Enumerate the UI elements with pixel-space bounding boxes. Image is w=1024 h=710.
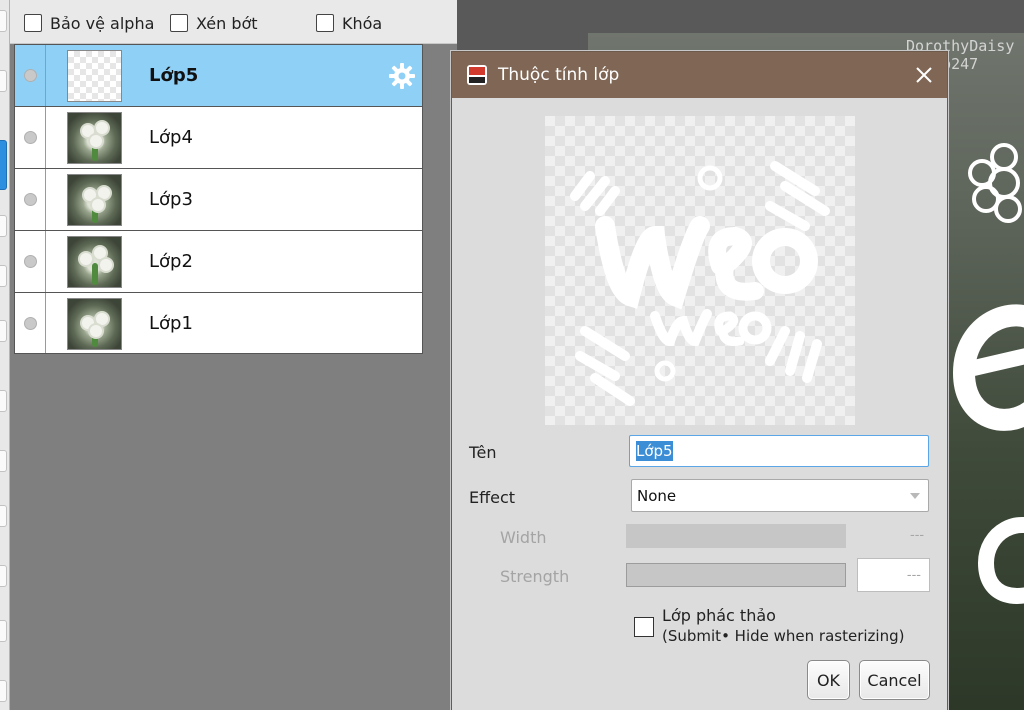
layer-row-lop4[interactable]: Lớp4 — [15, 107, 422, 169]
tool-button[interactable] — [0, 390, 7, 412]
ok-button[interactable]: OK — [807, 660, 850, 700]
lettering-decoration-icon — [978, 516, 1024, 604]
strength-value: --- — [906, 567, 921, 583]
lock-label: Khóa — [342, 13, 383, 33]
layer-thumbnail-photo — [67, 112, 122, 164]
strength-label: Strength — [500, 567, 570, 586]
visibility-cell[interactable] — [15, 169, 46, 230]
visibility-icon[interactable] — [23, 69, 37, 82]
layer-thumbnail-photo — [67, 174, 122, 226]
lock-checkbox[interactable] — [316, 14, 334, 32]
flower-decoration-icon — [968, 143, 1022, 223]
tool-strip — [0, 0, 10, 710]
close-icon[interactable] — [915, 66, 933, 84]
layer-name: Lớp1 — [149, 312, 193, 334]
effect-select-value: None — [637, 486, 677, 505]
layer-preview — [545, 116, 855, 425]
width-value: --- — [910, 528, 925, 543]
tool-button[interactable] — [0, 10, 7, 32]
layer-row-lop5[interactable]: Lớp5 — [15, 45, 422, 107]
visibility-icon[interactable] — [23, 131, 37, 144]
tool-button-active[interactable] — [0, 140, 7, 190]
draft-layer-checkbox[interactable] — [634, 617, 654, 637]
layer-thumbnail-transparent — [67, 50, 122, 102]
dialog-title: Thuộc tính lớp — [498, 65, 620, 85]
tool-button[interactable] — [0, 565, 7, 587]
dialog-titlebar[interactable]: Thuộc tính lớp — [452, 52, 947, 98]
layer-list: Lớp5 Lớp4 Lớp3 Lớp2 Lớp1 — [14, 44, 423, 354]
tool-button[interactable] — [0, 265, 7, 287]
name-input-value[interactable]: Lớp5 — [636, 441, 673, 461]
tool-button[interactable] — [0, 680, 7, 702]
close-button[interactable] — [909, 60, 939, 90]
lettering-decoration-icon — [952, 304, 1024, 431]
lock-option[interactable]: Khóa — [316, 12, 382, 34]
layer-name: Lớp4 — [149, 127, 193, 148]
visibility-icon[interactable] — [23, 316, 37, 330]
layer-panel: Bảo vệ alpha Xén bớt Khóa Lớp5 Lớp4 Lớp3… — [10, 0, 457, 710]
effect-label: Effect — [469, 488, 516, 507]
name-label: Tên — [469, 443, 497, 462]
name-input[interactable]: Lớp5 — [629, 435, 929, 467]
draft-layer-sublabel: (Submit• Hide when rasterizing) — [662, 627, 905, 645]
protect-alpha-checkbox[interactable] — [24, 14, 42, 32]
layer-name: Lớp2 — [149, 251, 193, 272]
layer-options-bar: Bảo vệ alpha Xén bớt Khóa — [10, 0, 457, 44]
protect-alpha-option[interactable]: Bảo vệ alpha — [24, 12, 154, 34]
width-label: Width — [500, 528, 547, 547]
visibility-cell[interactable] — [15, 107, 46, 168]
layer-row-lop1[interactable]: Lớp1 — [15, 293, 422, 353]
tool-button[interactable] — [0, 215, 7, 237]
tool-button[interactable] — [0, 70, 7, 92]
layer-name: Lớp3 — [149, 189, 193, 210]
visibility-cell[interactable] — [15, 45, 46, 106]
cancel-button[interactable]: Cancel — [859, 660, 930, 700]
visibility-cell[interactable] — [15, 293, 46, 353]
clip-option[interactable]: Xén bớt — [170, 12, 258, 34]
layer-row-lop2[interactable]: Lớp2 — [15, 231, 422, 293]
layer-preview-artwork-icon — [570, 161, 830, 406]
visibility-cell[interactable] — [15, 231, 46, 292]
layer-row-lop3[interactable]: Lớp3 — [15, 169, 422, 231]
visibility-icon[interactable] — [23, 193, 37, 206]
layer-name: Lớp5 — [149, 65, 199, 86]
tool-button[interactable] — [0, 450, 7, 472]
layer-thumbnail-photo — [67, 298, 122, 350]
app-icon — [467, 65, 487, 85]
gear-icon[interactable] — [388, 62, 416, 90]
draft-layer-label: Lớp phác thảo — [662, 606, 776, 625]
tool-button[interactable] — [0, 320, 7, 342]
chevron-down-icon[interactable] — [910, 493, 920, 499]
width-slider[interactable] — [626, 524, 846, 548]
tool-button[interactable] — [0, 620, 7, 642]
tool-button[interactable] — [0, 505, 7, 527]
strength-value-field[interactable]: --- — [857, 558, 930, 592]
layer-thumbnail-photo — [67, 236, 122, 288]
strength-slider[interactable] — [626, 563, 846, 587]
clip-checkbox[interactable] — [170, 14, 188, 32]
effect-select[interactable]: None — [631, 479, 929, 512]
protect-alpha-label: Bảo vệ alpha — [50, 13, 155, 33]
visibility-icon[interactable] — [23, 255, 37, 268]
layer-properties-dialog: Thuộc tính lớp Tên Lớp5 Effect None Widt… — [451, 51, 948, 710]
clip-label: Xén bớt — [196, 13, 258, 33]
